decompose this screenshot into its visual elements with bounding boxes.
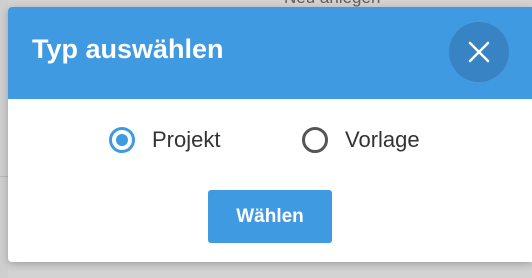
radio-projekt[interactable]	[109, 127, 135, 153]
radio-label-projekt[interactable]: Projekt	[152, 127, 220, 153]
select-type-dialog: Typ auswählen Projekt Vorlage Wählen	[8, 7, 532, 262]
dialog-title: Typ auswählen	[32, 34, 224, 64]
close-button[interactable]	[449, 22, 509, 82]
close-icon	[468, 41, 490, 63]
radio-option-vorlage[interactable]: Vorlage	[302, 124, 420, 156]
background-app-edge	[0, 0, 8, 278]
radio-vorlage[interactable]	[302, 127, 328, 153]
background-divider	[0, 176, 8, 177]
radio-label-vorlage[interactable]: Vorlage	[345, 127, 420, 153]
select-button[interactable]: Wählen	[208, 190, 332, 243]
radio-option-projekt[interactable]: Projekt	[109, 124, 220, 156]
dialog-header: Typ auswählen	[8, 7, 532, 99]
